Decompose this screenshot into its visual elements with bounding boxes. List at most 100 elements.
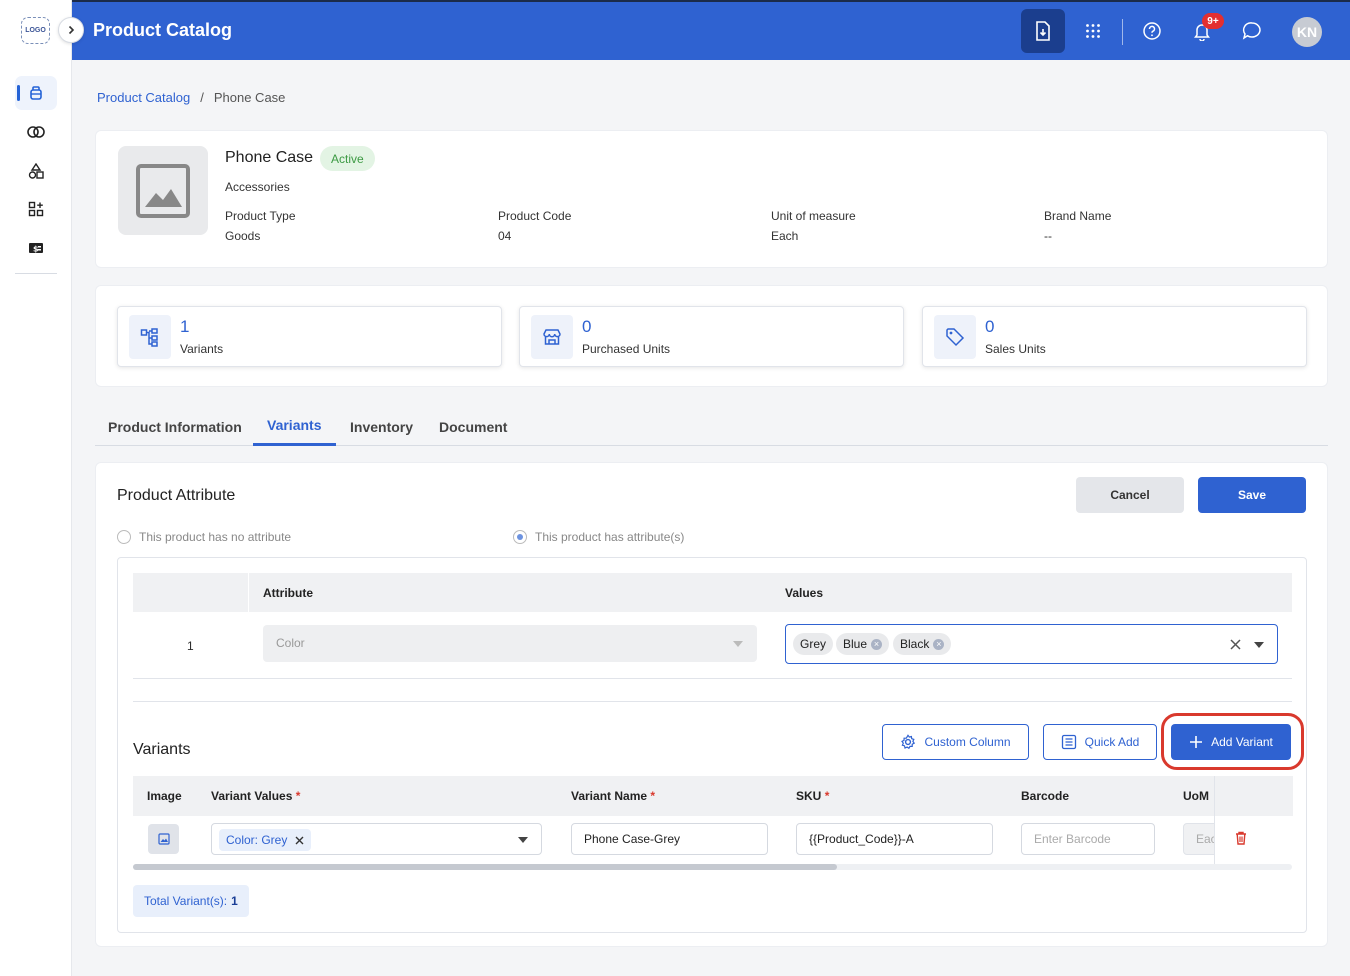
variant-image-button[interactable] — [148, 824, 179, 854]
tag-icon — [946, 328, 965, 347]
radio-label: This product has no attribute — [139, 530, 292, 544]
attribute-select: Color — [263, 625, 757, 662]
stat-value: 1 — [180, 317, 190, 336]
breadcrumb-parent-link[interactable]: Product Catalog — [97, 90, 190, 105]
tab-product-information[interactable]: Product Information — [108, 419, 242, 435]
clear-icon[interactable] — [1230, 639, 1241, 650]
section-divider — [133, 701, 1292, 702]
attribute-table-header: Attribute Values — [133, 573, 1292, 612]
stat-label: Variants — [180, 342, 224, 356]
value-chip-blue[interactable]: Blue × — [836, 633, 890, 655]
radio-label: This product has attribute(s) — [535, 530, 685, 544]
tab-document[interactable]: Document — [439, 419, 507, 435]
top-header: Product Catalog 9+ KN — [72, 0, 1350, 60]
close-icon[interactable] — [295, 836, 304, 845]
radio-has-attribute[interactable]: This product has attribute(s) — [513, 530, 684, 544]
barcode-input[interactable]: Enter Barcode — [1021, 823, 1155, 855]
panel-title: Product Attribute — [117, 487, 236, 504]
help-button[interactable] — [1130, 9, 1174, 53]
product-box-icon — [30, 86, 42, 100]
chip-remove-icon[interactable]: × — [871, 638, 883, 650]
scrollbar-thumb[interactable] — [133, 864, 837, 870]
sidebar-item-money[interactable]: $ — [15, 231, 57, 265]
user-avatar[interactable]: KN — [1292, 17, 1322, 47]
meta-product-type: Product Type Goods — [225, 209, 296, 243]
values-multiselect[interactable]: Grey Blue × Black × — [785, 624, 1278, 664]
required-mark: * — [824, 789, 830, 803]
trash-icon[interactable] — [1235, 831, 1247, 845]
column-image: Image — [147, 789, 182, 803]
variant-value-chip[interactable]: Color: Grey — [219, 829, 312, 851]
meta-brand-name: Brand Name -- — [1044, 209, 1111, 243]
required-mark: * — [650, 789, 656, 803]
meta-value: 04 — [498, 229, 512, 243]
file-download-icon — [1036, 21, 1050, 41]
chip-remove-icon[interactable]: × — [933, 638, 945, 650]
product-name: Phone Case — [225, 149, 314, 166]
stat-variants[interactable]: 1 Variants — [117, 306, 502, 367]
meta-value: -- — [1044, 229, 1052, 243]
sidebar-item-grid[interactable] — [15, 192, 57, 226]
column-label: Variant Name — [571, 789, 648, 803]
gear-icon — [901, 734, 916, 750]
column-variant-name: Variant Name * — [571, 789, 655, 803]
caret-down-icon[interactable] — [518, 837, 528, 843]
hierarchy-icon — [140, 328, 158, 347]
attribute-select-value: Color — [276, 636, 305, 650]
breadcrumb: Product Catalog / Phone Case — [97, 90, 285, 105]
sidebar-item-rings[interactable] — [15, 115, 57, 149]
meta-value: Each — [771, 229, 799, 243]
custom-column-button[interactable]: Custom Column — [882, 724, 1029, 760]
export-button[interactable] — [1021, 9, 1065, 53]
save-button[interactable]: Save — [1198, 477, 1306, 513]
stat-icon-box — [531, 315, 573, 359]
stat-label: Purchased Units — [582, 342, 671, 356]
product-image-placeholder[interactable] — [118, 146, 208, 235]
help-icon — [1143, 22, 1161, 40]
stat-sales-units[interactable]: 0 Sales Units — [922, 306, 1307, 367]
total-variants-badge: Total Variant(s): 1 — [133, 885, 249, 917]
sku-input[interactable]: {{Product_Code}}-A — [796, 823, 993, 855]
actions-header — [1215, 776, 1293, 816]
radio-no-attribute[interactable]: This product has no attribute — [117, 530, 291, 544]
variants-table-header: Image Variant Values * Variant Name * SK… — [133, 776, 1292, 816]
variant-values-select[interactable]: Color: Grey — [211, 823, 542, 855]
column-values: Values — [785, 586, 824, 600]
tab-inventory[interactable]: Inventory — [350, 419, 413, 435]
horizontal-scrollbar[interactable] — [133, 864, 1292, 870]
sidebar-toggle-button[interactable] — [58, 17, 84, 43]
notifications-button[interactable]: 9+ — [1180, 9, 1224, 53]
stat-purchased-units[interactable]: 0 Purchased Units — [519, 306, 904, 367]
sidebar-item-shapes[interactable] — [15, 154, 57, 188]
column-label: Variant Values — [211, 789, 293, 803]
image-icon — [157, 833, 170, 845]
sidebar-item-product-catalog[interactable] — [15, 76, 57, 110]
total-label: Total Variant(s): — [144, 894, 228, 908]
stat-icon-box — [934, 315, 976, 359]
stats-card: 1 Variants 0 Purchased Units 0 Sales Uni… — [95, 285, 1328, 387]
apps-button[interactable] — [1071, 9, 1115, 53]
product-category: Accessories — [225, 180, 290, 194]
required-mark: * — [295, 789, 301, 803]
chip-label: Color: Grey — [226, 833, 288, 847]
value-chip-black[interactable]: Black × — [893, 633, 952, 655]
cancel-button[interactable]: Cancel — [1076, 477, 1184, 513]
variant-name-input[interactable]: Phone Case-Grey — [571, 823, 768, 855]
sidebar: LOGO $ — [0, 0, 72, 976]
quick-add-button[interactable]: Quick Add — [1043, 724, 1157, 760]
logo: LOGO — [21, 17, 50, 44]
chat-bubble-icon — [1242, 22, 1261, 40]
breadcrumb-separator: / — [200, 90, 204, 105]
row-actions-column — [1214, 776, 1293, 864]
attribute-row: 1 Color Grey Blue × Black × — [133, 612, 1292, 679]
value-chip-grey[interactable]: Grey — [793, 633, 834, 655]
active-tab-indicator — [253, 443, 336, 446]
stat-label: Sales Units — [985, 342, 1046, 356]
sidebar-divider — [15, 273, 57, 274]
column-attribute: Attribute — [263, 586, 313, 600]
caret-down-icon[interactable] — [1254, 642, 1264, 648]
meta-label: Brand Name — [1044, 209, 1112, 223]
tab-variants[interactable]: Variants — [267, 417, 321, 433]
notification-badge: 9+ — [1202, 13, 1224, 29]
chat-button[interactable] — [1230, 9, 1274, 53]
